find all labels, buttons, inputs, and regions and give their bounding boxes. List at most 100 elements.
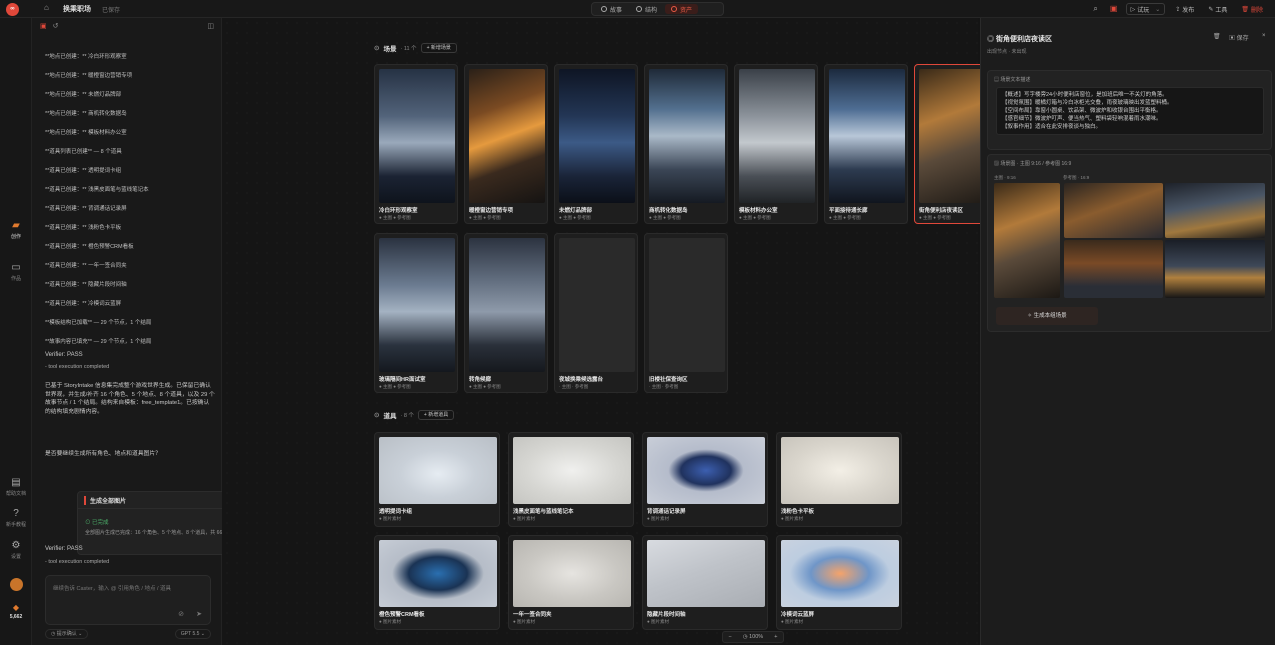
scene-tags: ● 主图 ● 参考图 (469, 215, 501, 220)
chat-log-line: **地点已创建：** 暖橙窗边营销专项 (45, 73, 133, 79)
chat-log-line: **道具已创建：** 一年一签合同夹 (45, 263, 127, 269)
add-scene-button[interactable]: + 新增场景 (420, 43, 457, 53)
save-status: 已保存 (102, 8, 121, 14)
scenes-title: 场景 (383, 46, 397, 53)
card-desc: 全部图片生成已完成：16 个角色、5 个地点、8 个道具，共 66 张。 (85, 530, 234, 536)
chat-log-line: **故事内容已填充** — 29 个节点，1 个结局 (45, 339, 152, 345)
card-title: 生成全部图片 (84, 496, 126, 505)
rail-works[interactable]: ▭ 作品 (0, 262, 32, 282)
scene-tags: · 主图 · 参考图 (559, 384, 589, 389)
ref-image-2[interactable] (1165, 183, 1265, 238)
scene-tags: ● 主图 ● 参考图 (919, 215, 951, 220)
scene-desc-textarea[interactable]: 【概述】写字楼旁24小时便利店窗位，是加班后唯一不关灯的角落。 【视觉氛围】暖橘灯… (996, 87, 1264, 135)
prop-card[interactable]: 一年一签合同夹 ● 图片素材 (508, 535, 634, 630)
prop-name: 背调通话记录屏 (647, 509, 686, 515)
credits[interactable]: ◆ 5,662 (0, 603, 32, 620)
scene-thumbnail (739, 69, 815, 203)
prop-tags: ● 图片素材 (647, 619, 669, 624)
tab-structure[interactable]: 结构 (630, 4, 663, 14)
scene-name: 旧楼社保查询区 (649, 377, 688, 383)
collapse-icon[interactable]: ⊙ (374, 411, 379, 419)
view-tabs: 故事 结构 资产 (591, 2, 724, 16)
play-button[interactable]: ▷ 试玩 ⌄ (1125, 3, 1166, 15)
rail-newbie[interactable]: ? 新手教程 (0, 508, 32, 528)
main-scene-image[interactable] (994, 183, 1060, 298)
scene-card[interactable]: 未燃灯品牌部 ● 主图 ● 参考图 (554, 64, 638, 224)
scene-card[interactable]: 夜城换乘候选露台 · 主图 · 参考图 (554, 233, 638, 393)
scene-card[interactable]: 旧楼社保查询区 · 主图 · 参考图 (644, 233, 728, 393)
model-select[interactable]: GPT 5.5 ⌄ (174, 629, 211, 639)
scene-card[interactable]: 模板材料办公室 ● 主图 ● 参考图 (734, 64, 818, 224)
rail-settings[interactable]: ⚙ 设置 (0, 540, 32, 560)
scene-thumbnail (559, 238, 635, 372)
chat-icon[interactable]: ▣ (40, 22, 47, 30)
close-icon[interactable]: × (1262, 33, 1266, 39)
scene-tags: · 主图 · 参考图 (649, 384, 679, 389)
scene-card[interactable]: 冷白环形观察室 ● 主图 ● 参考图 (374, 64, 458, 224)
chat-log-line: **模板结构已加载** — 29 个节点，1 个结局 (45, 320, 152, 326)
zoom-out-button[interactable]: − (729, 634, 732, 640)
prop-tags: ● 图片素材 (647, 516, 669, 521)
publish-button[interactable]: ⇪ 发布 (1171, 3, 1198, 15)
scene-images-box: ▨ 场景图 · 主图 9:16 / 参考图 16:9 主图 · 9:16 参考图… (987, 154, 1272, 332)
prop-card[interactable]: 透明提词卡组 ● 图片素材 (374, 432, 500, 527)
left-rail: ▰ 创作 ▭ 作品 ▤ 帮助文档 ? 新手教程 ⚙ 设置 ◆ 5,662 (0, 18, 32, 645)
check-icon: ⊙ (85, 520, 93, 526)
scene-thumbnail (649, 69, 725, 203)
scenes-header: ⊙ 场景 · 11 个 + 新增场景 (374, 43, 457, 53)
tools-button[interactable]: ✎ 工具 (1204, 3, 1231, 15)
prop-thumbnail (647, 540, 765, 607)
collapse-panel-icon[interactable]: ◫ (207, 22, 214, 30)
delete-button[interactable]: 🗑 删除 (1237, 3, 1267, 15)
ref-image-1[interactable] (1064, 183, 1163, 238)
desc-line: 【叙事作用】适合在此安排夜谈与独白。 (1002, 124, 1102, 130)
scene-card[interactable]: 转角候廊 ● 主图 ● 参考图 (464, 233, 548, 393)
scenes-count: · 11 个 (400, 46, 417, 52)
scene-card[interactable]: 平面接待通长廊 ● 主图 ● 参考图 (824, 64, 908, 224)
zoom-in-button[interactable]: + (774, 634, 777, 640)
props-count: · 8 个 (400, 413, 414, 419)
story-icon (601, 6, 607, 12)
prop-tags: ● 图片素材 (379, 619, 401, 624)
chat-header: ▣ ↺ ◫ (32, 18, 222, 34)
scene-desc-box: ▤ 场景文本描述 【概述】写字楼旁24小时便利店窗位，是加班后唯一不关灯的角落。… (987, 70, 1272, 150)
rail-help[interactable]: ▤ 帮助文档 (0, 477, 32, 497)
scene-card[interactable]: 暖橙窗边营销专项 ● 主图 ● 参考图 (464, 64, 548, 224)
prop-card[interactable]: 浅粉色卡平板 ● 图片素材 (776, 432, 902, 527)
history-icon[interactable]: ↺ (53, 22, 59, 30)
mode-select[interactable]: ◷ 提示确认 ⌄ (45, 629, 89, 639)
prop-card[interactable]: 冷模词云蓝屏 ● 图片素材 (776, 535, 902, 630)
zoom-level[interactable]: ◷ 100% (743, 634, 763, 640)
tab-story[interactable]: 故事 (595, 4, 628, 14)
prop-card[interactable]: 橙色预警CRM看板 ● 图片素材 (374, 535, 500, 630)
prop-card[interactable]: 背调通话记录屏 ● 图片素材 (642, 432, 768, 527)
gift-icon[interactable]: ▣ (1108, 3, 1120, 15)
add-prop-button[interactable]: + 新增道具 (417, 410, 455, 420)
search-icon[interactable]: ⌕ (1090, 3, 1102, 15)
ref-image-4[interactable] (1165, 240, 1265, 298)
trash-icon[interactable]: 🗑 (1213, 33, 1221, 40)
tab-assets[interactable]: 资产 (665, 4, 699, 14)
ref-image-3[interactable] (1064, 240, 1163, 298)
scene-card[interactable]: 商机转化数据岛 ● 主图 ● 参考图 (644, 64, 728, 224)
app-logo[interactable]: ∞ (6, 3, 19, 16)
scene-tags: ● 主图 ● 参考图 (739, 215, 771, 220)
scene-card[interactable]: 玻璃隔间HR面试室 ● 主图 ● 参考图 (374, 233, 458, 393)
collapse-icon[interactable]: ⊙ (374, 44, 379, 52)
generate-scene-button[interactable]: ✧ 生成本组场景 (996, 307, 1098, 325)
chat-log-line: **道具已创建：** 透明提词卡组 (45, 168, 122, 174)
save-button[interactable]: ▣ 保存 (1229, 33, 1249, 42)
prop-thumbnail (781, 437, 899, 504)
avatar[interactable] (0, 578, 32, 593)
prop-card[interactable]: 浅黑皮面笔与蓝线笔记本 ● 图片素材 (508, 432, 634, 527)
rail-create[interactable]: ▰ 创作 (0, 220, 32, 240)
prop-thumbnail (379, 437, 497, 504)
send-icon[interactable]: ➤ (196, 610, 202, 618)
home-icon[interactable]: ⌂ (44, 3, 56, 15)
prop-card[interactable]: 隐藏片段时间轴 ● 图片素材 (642, 535, 768, 630)
attach-icon[interactable]: ⊘ (178, 610, 184, 618)
asset-canvas[interactable]: ⊙ 场景 · 11 个 + 新增场景 冷白环形观察室 ● 主图 ● 参考图 暖橙窗边… (222, 18, 998, 645)
chat-input[interactable]: 继续告诉 Caster，输入 @ 引用角色 / 地点 / 道具 ⊘ ➤ (45, 575, 211, 625)
chat-log-line: **道具已创建：** 隐藏片段时间轴 (45, 282, 127, 288)
scene-tags: ● 主图 ● 参考图 (379, 384, 411, 389)
